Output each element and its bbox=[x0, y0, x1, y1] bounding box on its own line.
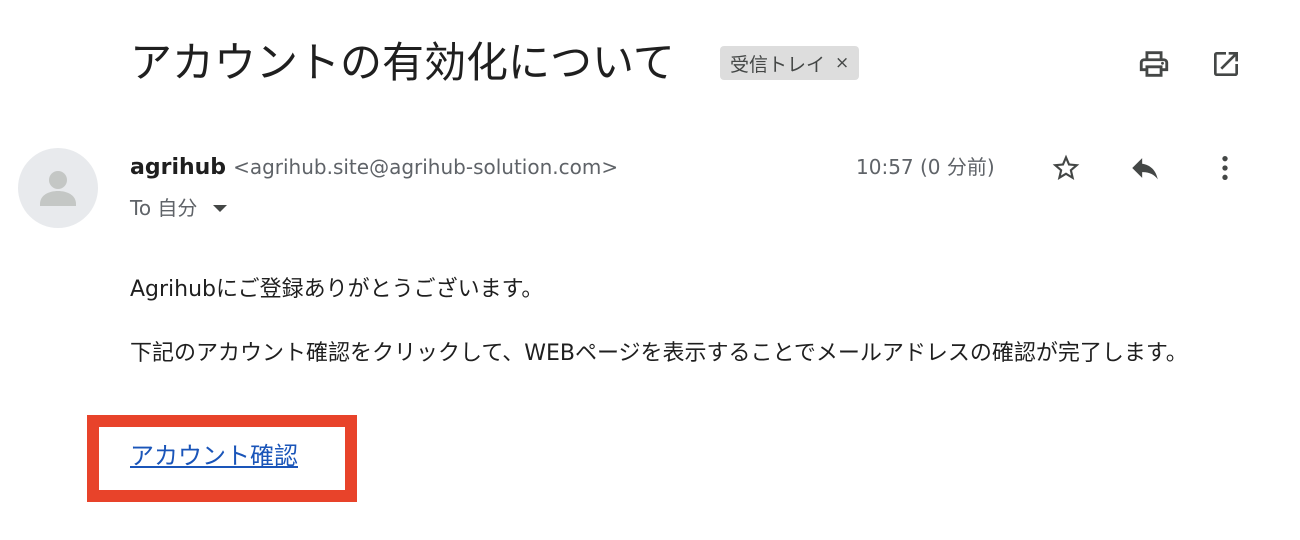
email-subject: アカウントの有効化について bbox=[130, 38, 675, 87]
reply-icon bbox=[1132, 158, 1158, 180]
avatar[interactable] bbox=[18, 148, 98, 228]
recipient-text: To 自分 bbox=[130, 196, 198, 220]
recipient-details-toggle[interactable]: To 自分 bbox=[130, 194, 228, 222]
more-vert-icon bbox=[1222, 156, 1228, 180]
person-icon bbox=[40, 171, 76, 206]
email-body-instruction: 下記のアカウント確認をクリックして、WEBページを表示することでメールアドレスの… bbox=[130, 341, 1188, 366]
email-body-greeting: Agrihubにご登録ありがとうございます。 bbox=[130, 277, 544, 302]
inbox-label-chip[interactable]: 受信トレイ × bbox=[720, 46, 860, 80]
remove-label-button[interactable]: × bbox=[835, 53, 849, 73]
open-in-new-icon bbox=[1214, 52, 1238, 76]
star-outline-icon bbox=[1052, 154, 1080, 180]
star-button[interactable] bbox=[1048, 150, 1084, 186]
email-view: アカウントの有効化について 受信トレイ × agrihub <agrihub.s… bbox=[0, 0, 1300, 540]
sender-email: <agrihub.site@agrihub-solution.com> bbox=[233, 155, 619, 179]
more-options-button[interactable] bbox=[1207, 150, 1243, 186]
sender-line: agrihub <agrihub.site@agrihub-solution.c… bbox=[130, 152, 618, 183]
inbox-label-text: 受信トレイ bbox=[730, 53, 826, 76]
reply-button[interactable] bbox=[1127, 150, 1163, 186]
account-confirm-link[interactable]: アカウント確認 bbox=[130, 439, 298, 473]
caret-down-icon bbox=[213, 204, 228, 212]
print-icon bbox=[1139, 51, 1169, 77]
print-button[interactable] bbox=[1136, 46, 1172, 82]
email-timestamp: 10:57 (0 分前) bbox=[856, 155, 995, 179]
sender-name[interactable]: agrihub bbox=[130, 155, 226, 180]
open-in-new-window-button[interactable] bbox=[1208, 46, 1244, 82]
